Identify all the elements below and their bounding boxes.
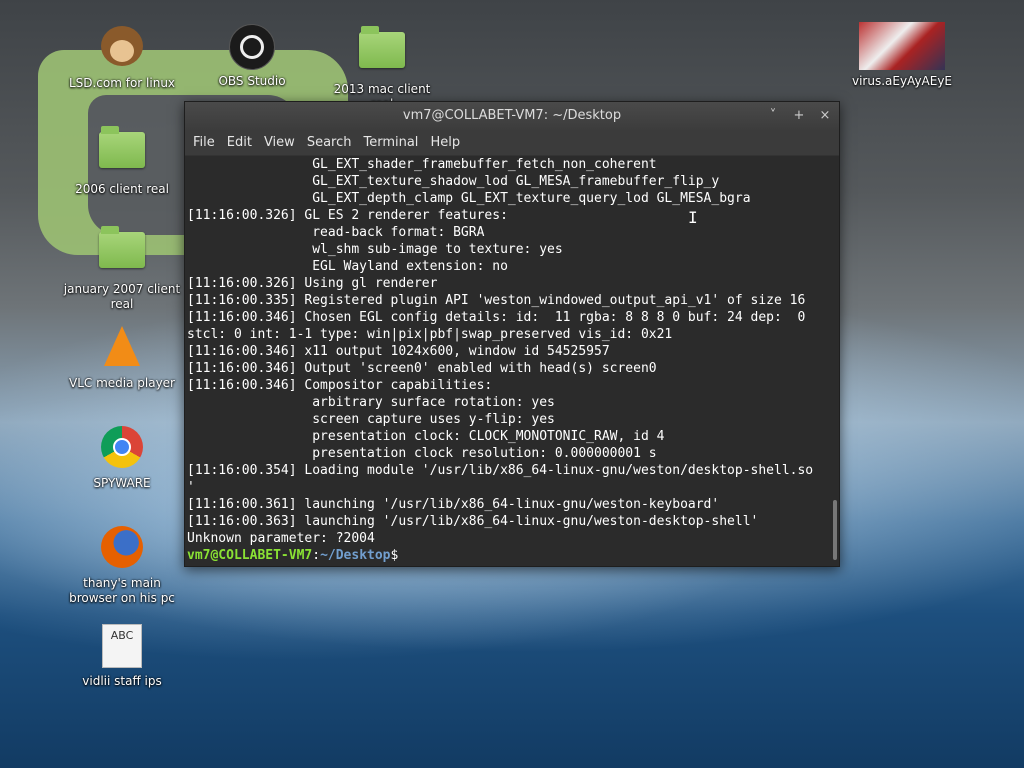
desktop-icon-label: VLC media player [68, 376, 175, 390]
output-line: presentation clock: CLOCK_MONOTONIC_RAW,… [187, 429, 665, 444]
vlc-icon [99, 326, 145, 372]
output-line: [11:16:00.326] Using gl renderer [187, 276, 438, 291]
output-line: GL_EXT_shader_framebuffer_fetch_non_cohe… [187, 157, 657, 172]
shell-prompt[interactable]: vm7@COLLABET-VM7:~/Desktop$ [187, 547, 829, 564]
desktop-icon-vidlii-staff-ips[interactable]: ABC vidlii staff ips [62, 624, 182, 689]
desktop-icon-label: vidlii staff ips [82, 674, 162, 688]
output-line: [11:16:00.361] launching '/usr/lib/x86_6… [187, 497, 720, 512]
output-line: arbitrary surface rotation: yes [187, 395, 555, 410]
desktop-icon-spyware[interactable]: SPYWARE [62, 424, 182, 491]
output-line: [11:16:00.346] x11 output 1024x600, wind… [187, 344, 610, 359]
prompt-separator: : [312, 548, 321, 563]
output-line: [11:16:00.346] Compositor capabilities: [187, 378, 493, 393]
desktop-icon-2006-client[interactable]: 2006 client real [62, 124, 182, 197]
text-cursor-icon: I [688, 208, 698, 227]
prompt-user-host: vm7@COLLABET-VM7 [187, 548, 313, 563]
window-title: vm7@COLLABET-VM7: ~/Desktop [402, 108, 622, 123]
text-file-icon: ABC [99, 624, 145, 670]
output-line: [11:16:00.354] Loading module '/usr/lib/… [187, 463, 814, 478]
window-titlebar[interactable]: vm7@COLLABET-VM7: ~/Desktop ˅ + × [185, 102, 839, 130]
image-thumbnail-icon [859, 22, 945, 70]
output-line: [11:16:00.363] launching '/usr/lib/x86_6… [187, 514, 759, 529]
maximize-icon[interactable]: + [793, 102, 805, 130]
output-line: GL_EXT_texture_shadow_lod GL_MESA_frameb… [187, 174, 720, 189]
menu-terminal[interactable]: Terminal [357, 135, 424, 150]
desktop-icon-2013-mac-client[interactable]: 2013 mac client real [322, 24, 442, 112]
output-line: presentation clock resolution: 0.0000000… [187, 446, 657, 461]
prompt-symbol: $ [390, 548, 399, 563]
menu-help[interactable]: Help [424, 135, 466, 150]
desktop-icon-label: OBS Studio [218, 74, 286, 88]
desktop-icon-label: thany's main browser on his pc [69, 576, 175, 605]
output-line: [11:16:00.335] Registered plugin API 'we… [187, 293, 806, 308]
output-line: [11:16:00.326] GL ES 2 renderer features… [187, 208, 508, 223]
output-line: screen capture uses y-flip: yes [187, 412, 555, 427]
terminal-window[interactable]: vm7@COLLABET-VM7: ~/Desktop ˅ + × File E… [184, 101, 840, 567]
window-controls: ˅ + × [767, 102, 831, 130]
desktop-icon-label: LSD.com for linux [68, 76, 176, 90]
desktop-icon-virus-image[interactable]: virus.aEyAyAEyE [842, 22, 962, 89]
output-line: stcl: 0 int: 1-1 type: win|pix|pbf|swap_… [187, 327, 673, 342]
minimize-icon[interactable]: ˅ [767, 102, 779, 130]
output-line: read-back format: BGRA [187, 225, 485, 240]
terminal-scrollbar[interactable] [829, 156, 839, 566]
folder-icon [99, 126, 145, 178]
output-line: GL_EXT_depth_clamp GL_EXT_texture_query_… [187, 191, 751, 206]
chrome-icon [99, 426, 145, 472]
folder-icon [99, 226, 145, 278]
desktop-icon-lsd[interactable]: LSD.com for linux [62, 24, 182, 91]
desktop-icon-label: SPYWARE [93, 476, 151, 490]
output-line: ' [187, 480, 195, 495]
desktop-icon-vlc[interactable]: VLC media player [62, 324, 182, 391]
folder-icon [359, 26, 405, 78]
terminal-output[interactable]: GL_EXT_shader_framebuffer_fetch_non_cohe… [185, 156, 829, 566]
desktop-icon-firefox[interactable]: thany's main browser on his pc [62, 524, 182, 606]
prompt-path: ~/Desktop [320, 548, 391, 563]
firefox-icon [99, 526, 145, 572]
output-line: EGL Wayland extension: no [187, 259, 508, 274]
output-line: wl_shm sub-image to texture: yes [187, 242, 563, 257]
menu-view[interactable]: View [258, 135, 301, 150]
desktop-icon-january-2007-client[interactable]: january 2007 client real [62, 224, 182, 312]
desktop-icon-obs[interactable]: OBS Studio [192, 24, 312, 89]
menu-file[interactable]: File [187, 135, 221, 150]
close-icon[interactable]: × [819, 102, 831, 130]
output-line: [11:16:00.346] Output 'screen0' enabled … [187, 361, 657, 376]
menu-search[interactable]: Search [301, 135, 358, 150]
output-line: Unknown parameter: ?2004 [187, 531, 375, 546]
scrollbar-thumb[interactable] [833, 500, 837, 560]
menu-bar: File Edit View Search Terminal Help [185, 130, 839, 156]
desktop-icon-label: january 2007 client real [63, 282, 181, 311]
monkey-icon [99, 26, 145, 72]
desktop-icon-label: virus.aEyAyAEyE [851, 74, 953, 88]
desktop-icon-label: 2006 client real [75, 182, 169, 196]
output-line: [11:16:00.346] Chosen EGL config details… [187, 310, 806, 325]
obs-icon [229, 24, 275, 70]
menu-edit[interactable]: Edit [221, 135, 258, 150]
